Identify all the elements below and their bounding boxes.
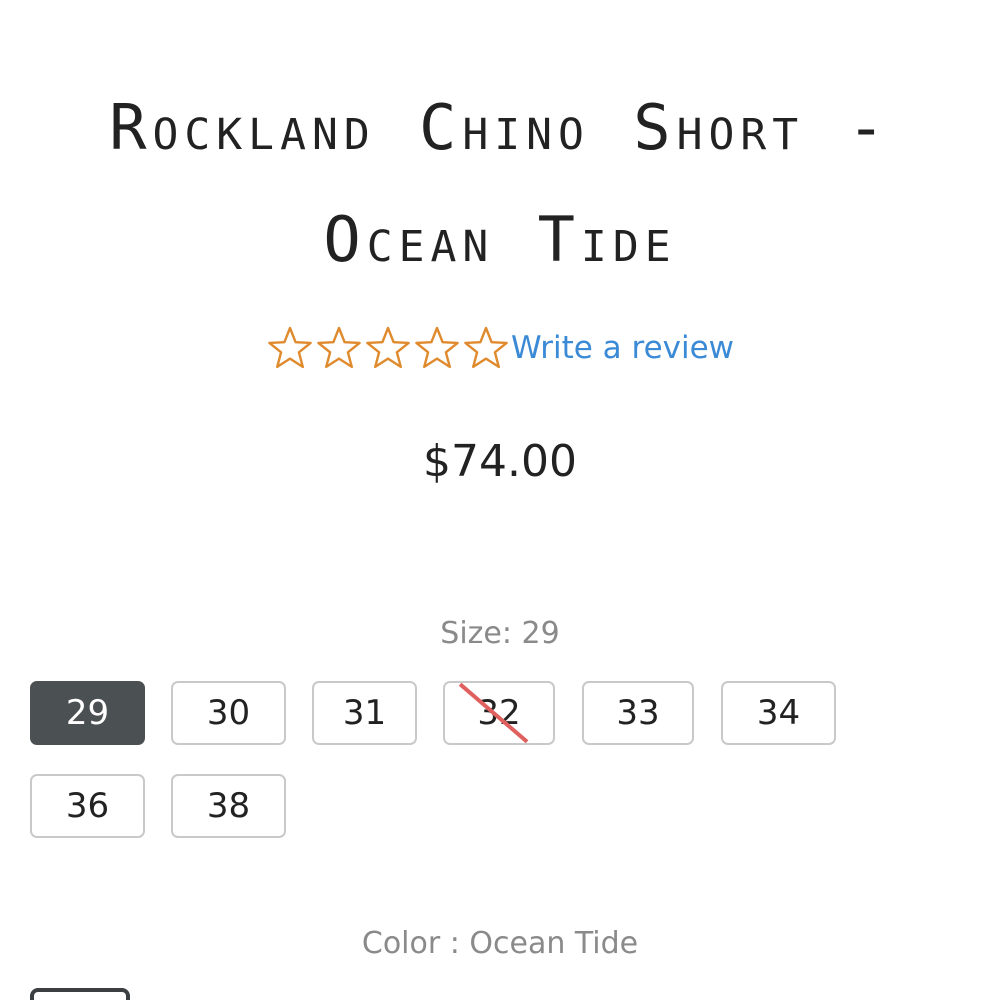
size-option-label: 34 [756, 693, 801, 733]
size-option-label: 33 [616, 693, 660, 733]
size-label: Size: 29 [440, 616, 560, 651]
color-label: Color : Ocean Tide [361, 926, 639, 961]
size-option-32[interactable]: 32 [443, 681, 555, 745]
product-price: $74.00 [423, 436, 577, 487]
star-rating[interactable] [266, 324, 511, 372]
size-option-label: 36 [65, 786, 110, 826]
star-icon[interactable] [413, 324, 461, 372]
star-icon[interactable] [315, 324, 363, 372]
product-title: Rockland Chino Short - Ocean Tide [109, 91, 891, 276]
rating-row: Write a review [0, 322, 1000, 374]
size-option-label: 29 [65, 693, 110, 733]
size-option-label: 32 [477, 693, 521, 733]
star-icon[interactable] [364, 324, 412, 372]
size-option-33[interactable]: 33 [582, 681, 694, 745]
size-option-31[interactable]: 31 [312, 681, 417, 745]
star-icon[interactable] [266, 324, 314, 372]
size-option-34[interactable]: 34 [721, 681, 836, 745]
size-option-36[interactable]: 36 [30, 774, 145, 838]
size-option-label: 31 [342, 693, 387, 733]
size-option-label: 38 [206, 786, 251, 826]
write-review-link[interactable]: Write a review [511, 330, 734, 366]
size-option-38[interactable]: 38 [171, 774, 286, 838]
color-swatch-ocean-tide[interactable] [30, 988, 130, 1000]
size-option-label: 30 [206, 693, 251, 733]
star-icon[interactable] [462, 324, 510, 372]
size-option-30[interactable]: 30 [171, 681, 286, 745]
size-option-29[interactable]: 29 [30, 681, 145, 745]
product-page: Rockland Chino Short - Ocean Tide Write … [0, 0, 1000, 1000]
